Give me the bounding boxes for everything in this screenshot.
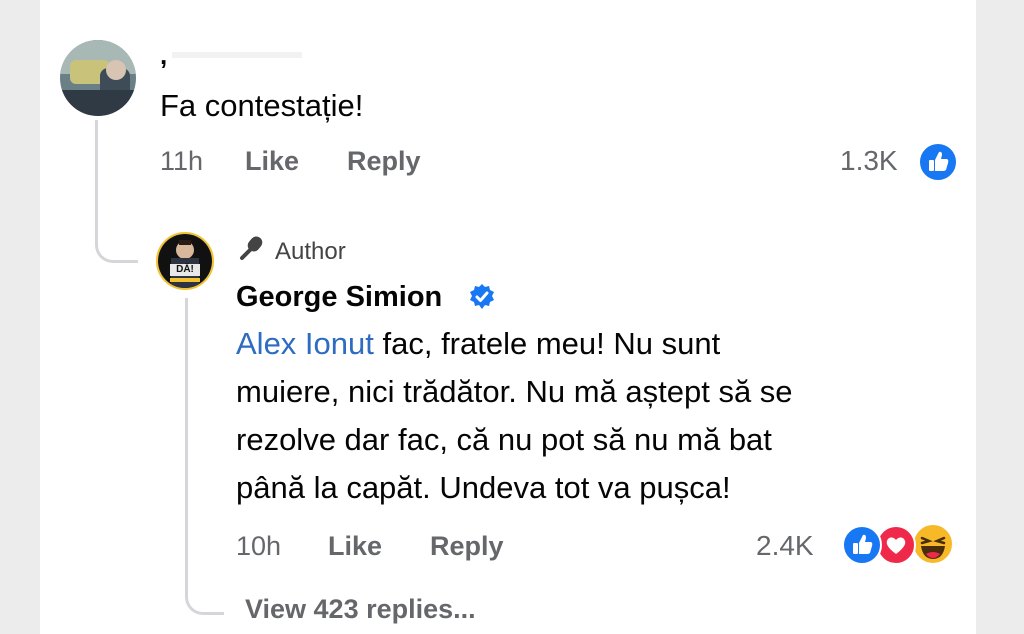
reply-text-line-1: Alex Ionut fac, fratele meu! Nu sunt: [236, 326, 721, 361]
reply-text-line-4: până la capăt. Undeva tot va pușca!: [236, 470, 731, 505]
reply-text-line-3: rezolve dar fac, că nu pot să nu mă bat: [236, 422, 772, 457]
reply-reply-button[interactable]: Reply: [430, 531, 504, 562]
commenter-name-redaction: [172, 52, 302, 58]
love-icon: [876, 525, 916, 565]
verified-badge-icon: [468, 283, 496, 311]
comment-like-button[interactable]: Like: [245, 146, 299, 177]
like-icon: [918, 142, 958, 182]
thread-line-main: [95, 120, 138, 263]
reply-author-avatar-text: DĂ!: [176, 264, 194, 275]
comment-timestamp[interactable]: 11h: [160, 146, 203, 177]
like-icon: [842, 525, 882, 565]
haha-icon: [912, 523, 954, 565]
thread-line-reply: [185, 298, 224, 615]
comment-reaction-count[interactable]: 1.3K: [840, 145, 898, 177]
commenter-name[interactable]: ,: [160, 42, 167, 68]
view-replies-link[interactable]: View 423 replies...: [245, 594, 476, 625]
microphone-icon: [236, 234, 266, 264]
reply-author-name[interactable]: George Simion: [236, 281, 442, 314]
reply-text-line-2: muiere, nici trădător. Nu mă aștept să s…: [236, 374, 793, 409]
reply-text: Alex Ionut fac, fratele meu! Nu sunt mui…: [236, 320, 793, 512]
reply-like-button[interactable]: Like: [328, 531, 382, 562]
reply-author-avatar[interactable]: [156, 232, 214, 290]
reply-reaction-count[interactable]: 2.4K: [756, 530, 814, 562]
comment-reply-button[interactable]: Reply: [347, 146, 421, 177]
commenter-avatar[interactable]: [60, 40, 136, 116]
comment-text: Fa contestație!: [160, 88, 364, 123]
mention-link[interactable]: Alex Ionut: [236, 326, 374, 361]
author-badge-label: Author: [275, 238, 346, 265]
reply-timestamp[interactable]: 10h: [236, 531, 281, 562]
